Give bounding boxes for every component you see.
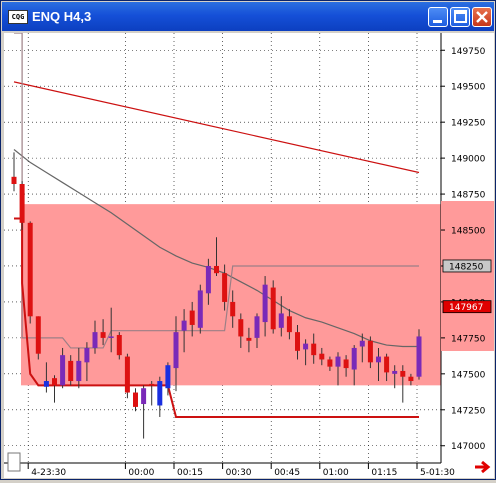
candle-body (238, 319, 244, 337)
cqg-app-icon[interactable]: CQG (8, 10, 28, 24)
price-tick-label: 148750 (451, 191, 486, 201)
candle-body (270, 287, 276, 330)
candle-body (222, 273, 228, 302)
candle-body (416, 336, 422, 377)
time-tick-label: 00:15 (177, 468, 203, 478)
time-tick-label: 00:30 (226, 468, 252, 478)
maximize-button[interactable] (450, 7, 470, 27)
candle-body (100, 332, 106, 338)
candle-body (149, 383, 155, 386)
candle-body (19, 184, 25, 223)
candle-body (205, 265, 211, 294)
candle-body (303, 343, 309, 350)
candle-body (84, 347, 90, 363)
price-axis-band (441, 201, 494, 351)
candle-body (327, 359, 333, 367)
candle-body (278, 313, 284, 328)
candle-body (367, 340, 373, 363)
candle-body (116, 335, 122, 356)
candle-body (286, 316, 292, 333)
price-tick-label: 149000 (451, 155, 486, 165)
candle-body (343, 359, 349, 369)
close-button[interactable] (472, 7, 492, 27)
candle-body (351, 347, 357, 370)
candle-body (400, 370, 406, 377)
candle-body (254, 316, 260, 338)
price-tick-label: 147250 (451, 406, 486, 416)
chart-window: CQG ENQ H4,3 147000 147250 147500 147750 148… (0, 0, 496, 480)
candle-body (11, 176, 17, 185)
candle-body (141, 388, 147, 405)
candle-body (214, 265, 219, 274)
minimize-button[interactable] (428, 7, 448, 27)
close-icon (476, 11, 488, 23)
candle-body (197, 290, 203, 328)
candle-body (157, 381, 163, 406)
candle-body (335, 356, 341, 367)
candle-body (27, 222, 33, 317)
price-tick-label: 147000 (451, 442, 486, 452)
candle-body (92, 332, 98, 348)
price-chart[interactable]: 1470001472501475001477501480001482501485… (4, 32, 494, 478)
candle-body (60, 355, 66, 386)
candle-body (68, 360, 74, 382)
candle-body (133, 392, 138, 407)
candle-body (124, 356, 130, 393)
candle-body (246, 337, 252, 341)
candle-body (181, 320, 187, 331)
candle-body (384, 356, 390, 373)
candle-body (295, 332, 300, 351)
candle-body (108, 336, 114, 338)
time-tick-label: 5-01:30 (420, 468, 455, 478)
price-tick-label: 149500 (451, 83, 486, 93)
title-bar[interactable]: CQG ENQ H4,3 (2, 2, 494, 31)
candle-body (376, 356, 381, 363)
time-tick-label: 01:00 (323, 468, 349, 478)
price-marker-label: 148250 (449, 262, 484, 272)
time-tick-label: 00:00 (128, 468, 154, 478)
price-tick-label: 147500 (451, 370, 486, 380)
price-tick-label: 148500 (451, 227, 486, 237)
price-marker-label: 147967 (449, 303, 483, 313)
price-tick-label: 149250 (451, 119, 486, 129)
time-tick-label: 00:45 (274, 468, 300, 478)
candle-body (311, 343, 317, 356)
window-title: ENQ H4,3 (32, 9, 92, 24)
price-tick-label: 147750 (451, 334, 486, 344)
candle-body (43, 381, 49, 387)
chart-area[interactable]: 1470001472501475001477501480001482501485… (4, 32, 494, 478)
candle-body (52, 378, 57, 386)
time-tick-label: 4-23:30 (31, 468, 66, 478)
candle-body (408, 376, 414, 382)
price-tick-label: 149750 (451, 47, 486, 57)
candle-body (359, 340, 365, 347)
candle-body (262, 284, 268, 323)
minimize-icon (433, 20, 442, 23)
candle-body (392, 370, 398, 374)
scroll-thumb[interactable] (7, 452, 21, 472)
candle-body (173, 332, 179, 369)
candle-body (230, 301, 236, 317)
time-tick-label: 01:15 (371, 468, 397, 478)
candle-body (35, 316, 41, 354)
candle-body (319, 353, 325, 360)
candle-body (165, 365, 171, 389)
candle-body (189, 310, 195, 325)
candle-body (76, 360, 82, 382)
maximize-icon (454, 10, 467, 23)
